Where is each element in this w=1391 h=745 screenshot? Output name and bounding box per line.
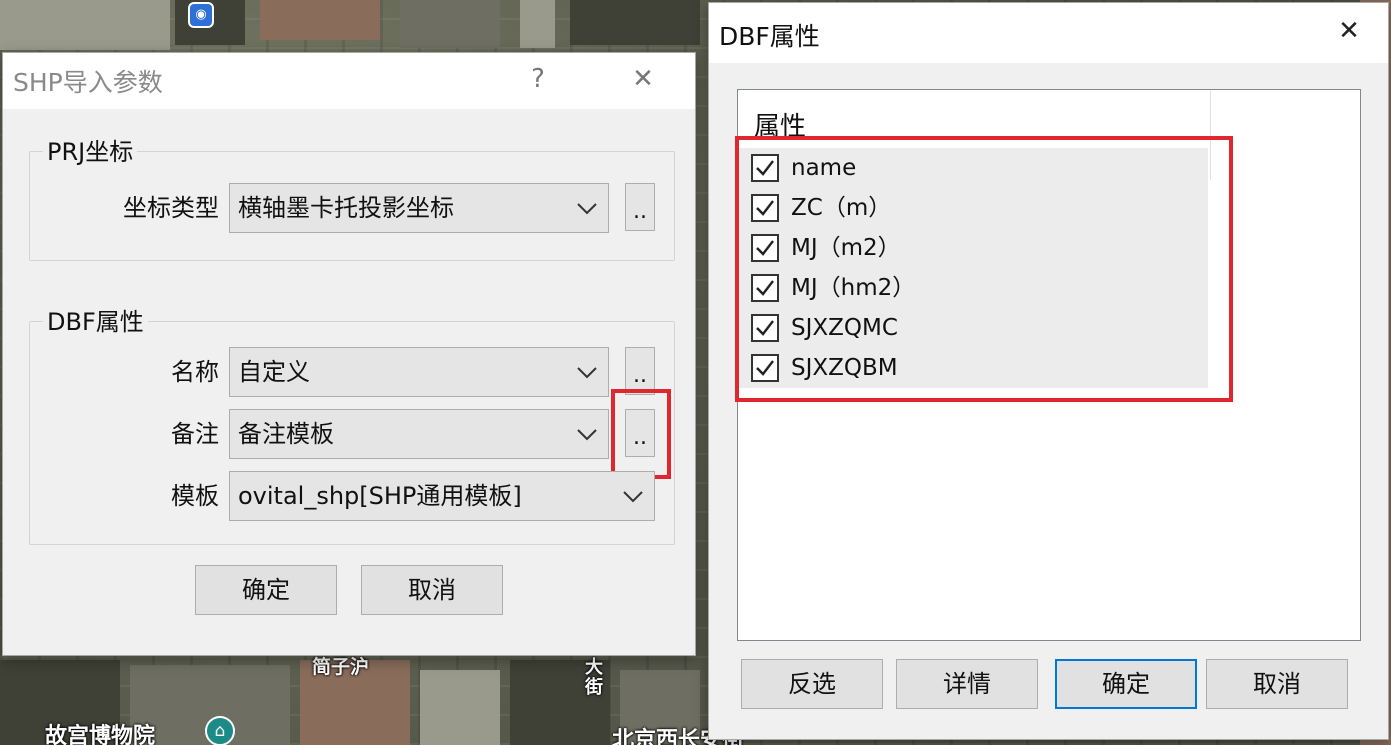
prj-group-legend: PRJ坐标 [43,137,138,167]
coord-type-value: 横轴墨卡托投影坐标 [238,194,454,222]
checkbox[interactable] [751,354,779,382]
map-block [570,0,700,45]
map-marker-icon[interactable]: ◉ [188,2,214,28]
list-item[interactable]: MJ（m2） [738,228,1208,268]
close-icon[interactable]: ✕ [621,59,665,99]
dbf-group-legend: DBF属性 [43,307,148,337]
map-block [420,670,500,745]
name-value: 自定义 [238,358,310,386]
dialog-title: DBF属性 [719,22,820,51]
dialog-title: SHP导入参数 [13,68,163,97]
checkbox[interactable] [751,314,779,342]
name-label: 名称 [171,358,219,386]
ok-button[interactable]: 确定 [1055,659,1197,709]
dbf-attribute-dialog: DBF属性 ✕ 属性 name ZC（m） MJ（m2） MJ（hm2） SJXZQMC… [708,2,1389,740]
chevron-down-icon [623,491,643,503]
list-item-label: name [791,155,857,181]
coord-type-label: 坐标类型 [123,194,219,222]
invert-selection-button[interactable]: 反选 [741,659,883,709]
checkmark-icon [756,280,774,296]
chevron-down-icon [577,367,597,379]
shp-import-dialog: SHP导入参数 ? ✕ PRJ坐标 坐标类型 横轴墨卡托投影坐标 .. DBF属… [2,52,696,656]
checkbox[interactable] [751,154,779,182]
list-item-label: SJXZQBM [791,355,898,381]
ok-button[interactable]: 确定 [195,565,337,615]
title-bar[interactable]: DBF属性 ✕ [709,3,1388,63]
map-place-label: 简子沪 [312,656,370,678]
map-place-label: 故宫博物院 [45,724,156,745]
help-icon[interactable]: ? [521,59,555,99]
template-value: ovital_shp[SHP通用模板] [238,482,522,510]
checkmark-icon [756,200,774,216]
coord-type-more-button[interactable]: .. [625,183,655,231]
list-item[interactable]: MJ（hm2） [738,268,1208,308]
checkmark-icon [756,160,774,176]
coord-type-select[interactable]: 横轴墨卡托投影坐标 [229,183,609,233]
checkbox[interactable] [751,194,779,222]
name-select[interactable]: 自定义 [229,347,609,397]
name-more-button[interactable]: .. [625,347,655,395]
checkbox[interactable] [751,234,779,262]
remark-label: 备注 [171,420,219,448]
chevron-down-icon [577,429,597,441]
list-item-label: ZC（m） [791,195,892,221]
remark-value: 备注模板 [238,420,334,448]
checkbox[interactable] [751,274,779,302]
museum-poi-icon[interactable]: ⌂ [205,716,235,745]
details-button[interactable]: 详情 [896,659,1038,709]
column-divider [1210,90,1211,180]
title-bar[interactable]: SHP导入参数 ? ✕ [3,53,695,109]
map-block [260,0,380,40]
list-item-label: MJ（m2） [791,235,901,261]
remark-select[interactable]: 备注模板 [229,409,609,459]
close-icon[interactable]: ✕ [1327,11,1371,51]
list-item[interactable]: SJXZQBM [738,348,1208,388]
template-label: 模板 [171,482,219,510]
checkmark-icon [756,320,774,336]
checkmark-icon [756,360,774,376]
cancel-button[interactable]: 取消 [361,565,503,615]
cancel-button[interactable]: 取消 [1206,659,1348,709]
list-item-label: SJXZQMC [791,315,898,341]
attribute-list[interactable]: 属性 name ZC（m） MJ（m2） MJ（hm2） SJXZQMC SJXZQBM [737,89,1361,641]
map-block [520,0,555,48]
map-block [400,0,500,48]
map-block [0,0,170,50]
list-item[interactable]: SJXZQMC [738,308,1208,348]
attribute-column-header[interactable]: 属性 [754,106,806,143]
remark-more-button[interactable]: .. [625,409,655,457]
template-select[interactable]: ovital_shp[SHP通用模板] [229,471,655,521]
map-street-label: 大街 [585,657,603,698]
checkmark-icon [756,240,774,256]
list-item[interactable]: name [738,148,1208,188]
list-item-label: MJ（hm2） [791,275,916,301]
list-item[interactable]: ZC（m） [738,188,1208,228]
chevron-down-icon [577,203,597,215]
